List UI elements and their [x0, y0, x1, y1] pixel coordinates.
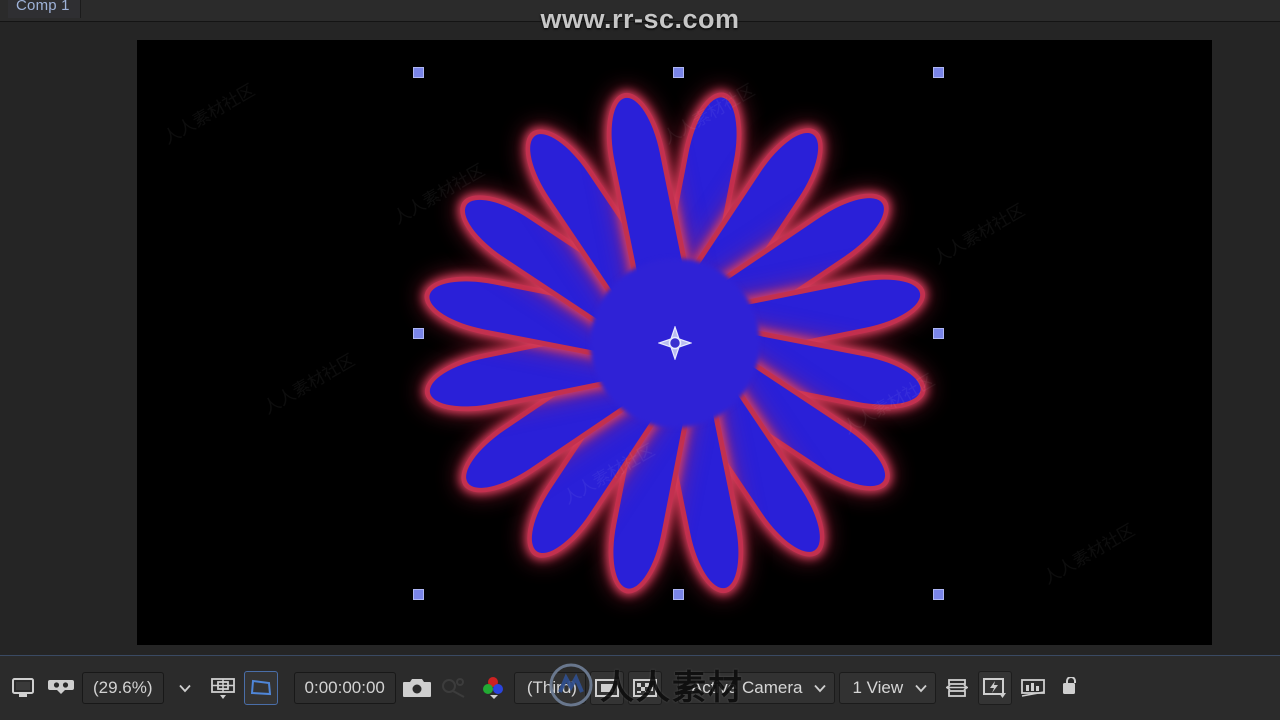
always-preview-this-view-icon[interactable]	[44, 671, 78, 705]
show-snapshot-icon[interactable]	[438, 671, 472, 705]
selection-handle[interactable]	[413, 589, 424, 600]
toggle-pixel-aspect-ratio-correction-icon[interactable]	[940, 671, 974, 705]
show-channel-and-color-management-icon[interactable]	[476, 671, 510, 705]
main-viewer-icon[interactable]	[6, 671, 40, 705]
resolution-dropdown[interactable]: (Third)	[513, 672, 586, 704]
selection-handle[interactable]	[933, 67, 944, 78]
selection-handle[interactable]	[673, 67, 684, 78]
composition-viewer[interactable]: 人人素材社区 人人素材社区 人人素材社区 人人素材社区 人人素材社区 人人素材社…	[0, 22, 1280, 655]
toggle-transparency-grid-icon[interactable]	[627, 671, 662, 705]
fast-previews-icon[interactable]	[978, 671, 1013, 705]
selection-handle[interactable]	[933, 589, 944, 600]
selection-handle[interactable]	[933, 328, 944, 339]
resolution-value: (Third)	[526, 678, 577, 697]
selection-handle[interactable]	[413, 328, 424, 339]
viewer-toolbar: (29.6%) 0:00:00:00 (Third) Active Camera…	[0, 655, 1280, 720]
reset-exposure-icon[interactable]	[1054, 671, 1088, 705]
selection-handle[interactable]	[413, 67, 424, 78]
view-layout-chevron-down-icon	[915, 684, 927, 693]
choose-grid-and-guide-options-icon[interactable]	[206, 671, 240, 705]
current-time-field[interactable]: 0:00:00:00	[293, 672, 396, 704]
flower-artwork	[395, 63, 955, 623]
comp-canvas[interactable]: 人人素材社区 人人素材社区 人人素材社区 人人素材社区 人人素材社区 人人素材社…	[137, 40, 1212, 645]
camera-view-chevron-down-icon	[814, 684, 827, 693]
toggle-mask-and-shape-path-visibility-icon[interactable]	[243, 671, 278, 705]
after-effects-composition-window: Comp 1 人人素材社区 人人素材社区 人人素材社区 人人素材社区 人人素材社…	[0, 0, 1280, 720]
region-of-interest-icon[interactable]	[589, 671, 624, 705]
camera-view-value: Active Camera	[690, 678, 803, 697]
selection-handle[interactable]	[673, 589, 684, 600]
anchor-point-icon[interactable]	[656, 324, 693, 361]
panel-tab-bar: Comp 1	[0, 0, 1280, 22]
view-layout-dropdown[interactable]: 1 View	[839, 672, 937, 704]
magnification-value[interactable]: (29.6%)	[82, 672, 164, 704]
camera-view-dropdown[interactable]: Active Camera	[677, 672, 836, 704]
take-snapshot-camera-icon[interactable]	[400, 671, 434, 705]
tab-comp-1[interactable]: Comp 1	[8, 0, 81, 18]
view-layout-value: 1 View	[852, 678, 904, 697]
comp-flowchart-view-icon[interactable]	[1016, 671, 1050, 705]
magnification-chevron-down-icon[interactable]	[168, 671, 202, 705]
